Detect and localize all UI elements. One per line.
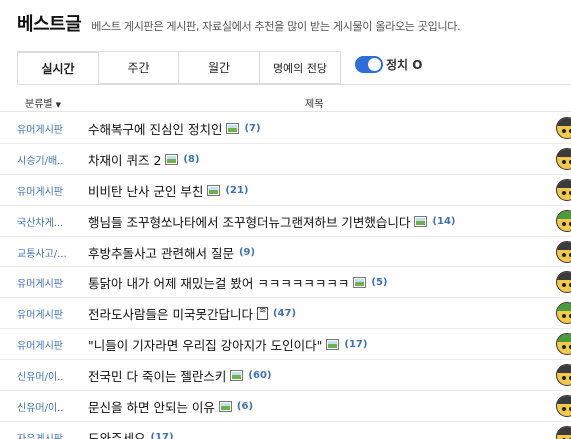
row-category-link[interactable]: 유머게시판 <box>17 183 63 198</box>
comment-count: (9) <box>238 246 256 258</box>
caret-down-icon: ▼ <box>55 101 61 109</box>
comment-count: (8) <box>183 153 200 165</box>
row-title-link[interactable]: 수해복구에 진심인 정치인 (7) <box>88 119 261 138</box>
row-title-text: 도와주세요 <box>88 430 146 439</box>
row-title-text: 차재이 퀴즈 2 <box>88 152 162 168</box>
image-attachment-icon <box>226 123 240 134</box>
author-avatar-icon[interactable] <box>556 302 571 325</box>
row-title-link[interactable]: 행님들 조꾸형쏘나타에서 조꾸형더뉴그랜져하브 기변했습니다 (14) <box>88 212 455 231</box>
row-title-link[interactable]: 통닭아 내가 어제 재밌는걸 봤어 ㅋㅋㅋㅋㅋㅋㅋㅋ (5) <box>88 273 387 292</box>
row-title-text: 후방추돌사고 관련해서 질문 <box>88 245 234 261</box>
row-category-link[interactable]: 교통사고/... <box>17 245 67 260</box>
image-attachment-icon <box>326 339 340 351</box>
row-title-text: 행님들 조꾸형쏘나타에서 조꾸형더뉴그랜져하브 기변했습니다 <box>88 214 411 230</box>
tab-weekly[interactable]: 주간 <box>98 51 179 84</box>
row-title-text: "니들이 기자라면 우리집 강아지가 도인이다" <box>88 338 323 354</box>
tab-realtime[interactable]: 실시간 <box>17 51 99 84</box>
title-column-header: 제목 <box>305 99 324 110</box>
row-title-link[interactable]: 전국민 다 죽이는 젤란스키 (60) <box>88 366 271 385</box>
politics-toggle-label: 정치 O <box>386 58 423 72</box>
table-row: 유머게시판 통닭아 내가 어제 재밌는걸 봤어 ㅋㅋㅋㅋㅋㅋㅋㅋ (5) <box>0 267 571 299</box>
period-tabs: 실시간 주간 월간 명예의 전당 <box>17 51 341 84</box>
table-row: 시승기/배.. 차재이 퀴즈 2 (8) <box>0 144 571 175</box>
table-row: 유머게시판 비비탄 난사 군인 부친 (21) <box>0 175 571 206</box>
row-title-link[interactable]: 문신을 하면 안되는 이유 (6) <box>88 397 253 416</box>
toggle-knob <box>368 58 381 71</box>
row-title-link[interactable]: 차재이 퀴즈 2 (8) <box>88 150 200 169</box>
table-header: 분류별 ▼ 제목 <box>0 91 571 112</box>
author-avatar-icon[interactable] <box>556 240 571 263</box>
author-avatar-icon[interactable] <box>556 333 571 356</box>
tab-hall-of-fame[interactable]: 명예의 전당 <box>259 51 341 84</box>
row-category-link[interactable]: 유머게시판 <box>17 275 63 290</box>
image-attachment-icon <box>230 370 244 382</box>
table-row: 유머게시판 수해복구에 진심인 정치인 (7) <box>0 113 571 144</box>
image-attachment-icon <box>207 184 221 196</box>
author-avatar-icon[interactable] <box>556 209 571 232</box>
tabs-divider <box>17 84 571 85</box>
row-category-link[interactable]: 자유게시판 <box>17 430 63 439</box>
row-title-text: 전라도사람들은 미국못간답니다 <box>88 307 253 323</box>
table-row: 유머게시판 전라도사람들은 미국못간답니다 (47) <box>0 298 571 330</box>
row-title-link[interactable]: 비비탄 난사 군인 부친 (21) <box>88 181 248 200</box>
image-attachment-icon <box>165 153 179 165</box>
row-title-text: 수해복구에 진심인 정치인 <box>88 122 223 137</box>
row-title-link[interactable]: 도와주세요 (17) <box>88 428 174 439</box>
table-row: 유머게시판 "니들이 기자라면 우리집 강아지가 도인이다" (17) <box>0 329 571 361</box>
category-column-label: 분류별 <box>25 99 53 110</box>
table-row: 국산차게... 행님들 조꾸형쏘나타에서 조꾸형더뉴그랜져하브 기변했습니다 (14… <box>0 206 571 237</box>
row-title-link[interactable]: 전라도사람들은 미국못간답니다 (47) <box>88 304 296 323</box>
image-attachment-icon <box>414 215 428 227</box>
row-title-text: 전국민 다 죽이는 젤란스키 <box>88 369 227 385</box>
comment-count: (21) <box>225 184 249 196</box>
comment-count: (7) <box>244 123 261 134</box>
tab-monthly[interactable]: 월간 <box>178 51 260 84</box>
post-list: 유머게시판 수해복구에 진심인 정치인 (7) 시승기/배.. 차재이 퀴즈 2 (8) 유… <box>0 113 571 439</box>
table-row: 신유머/이.. 문신을 하면 안되는 이유 (6) <box>0 391 571 422</box>
table-row: 교통사고/... 후방추돌사고 관련해서 질문 (9) <box>0 237 571 268</box>
politics-toggle[interactable]: 정치 O <box>355 56 422 73</box>
row-title-link[interactable]: "니들이 기자라면 우리집 강아지가 도인이다" (17) <box>88 335 367 354</box>
comment-count: (17) <box>150 431 174 439</box>
table-row: 신유머/이.. 전국민 다 죽이는 젤란스키 (60) <box>0 360 571 392</box>
row-category-link[interactable]: 유머게시판 <box>17 337 63 352</box>
page-title: 베스트글 <box>17 14 82 35</box>
category-sort-dropdown[interactable]: 분류별 ▼ <box>25 95 61 110</box>
author-avatar-icon[interactable] <box>556 178 571 201</box>
comment-count: (14) <box>432 215 456 227</box>
image-attachment-icon <box>353 277 367 289</box>
comment-count: (5) <box>371 277 388 289</box>
row-category-link[interactable]: 시승기/배.. <box>17 152 64 167</box>
row-title-text: 통닭아 내가 어제 재밌는걸 봤어 ㅋㅋㅋㅋㅋㅋㅋㅋ <box>88 276 350 292</box>
row-title-text: 비비탄 난사 군인 부친 <box>88 183 204 199</box>
row-title-text: 문신을 하면 안되는 이유 <box>88 400 215 416</box>
row-category-link[interactable]: 국산차게... <box>17 214 63 229</box>
comment-count: (17) <box>344 339 368 351</box>
comment-count: (60) <box>248 370 272 382</box>
author-avatar-icon[interactable] <box>556 364 571 387</box>
row-category-link[interactable]: 신유머/이.. <box>17 368 64 383</box>
row-title-link[interactable]: 후방추돌사고 관련해서 질문 (9) <box>88 243 255 262</box>
page-description: 베스트 게시판은 게시판, 자료실에서 추천을 많이 받는 게시물이 올라오는 … <box>91 20 461 33</box>
table-row: 자유게시판 도와주세요 (17) <box>0 422 571 439</box>
author-avatar-icon[interactable] <box>556 147 571 170</box>
author-avatar-icon[interactable] <box>556 425 571 439</box>
author-avatar-icon[interactable] <box>556 117 571 139</box>
comment-count: (6) <box>236 401 254 413</box>
row-category-link[interactable]: 유머게시판 <box>17 306 63 321</box>
comment-count: (47) <box>272 308 297 320</box>
row-category-link[interactable]: 유머게시판 <box>17 121 63 136</box>
image-attachment-icon <box>218 401 232 413</box>
row-category-link[interactable]: 신유머/이.. <box>17 399 64 414</box>
page-header: 베스트글 베스트 게시판은 게시판, 자료실에서 추천을 많이 받는 게시물이 … <box>17 10 461 36</box>
author-avatar-icon[interactable] <box>556 395 571 418</box>
author-avatar-icon[interactable] <box>556 271 571 294</box>
file-attachment-icon <box>256 306 268 321</box>
toggle-switch[interactable] <box>355 56 383 73</box>
